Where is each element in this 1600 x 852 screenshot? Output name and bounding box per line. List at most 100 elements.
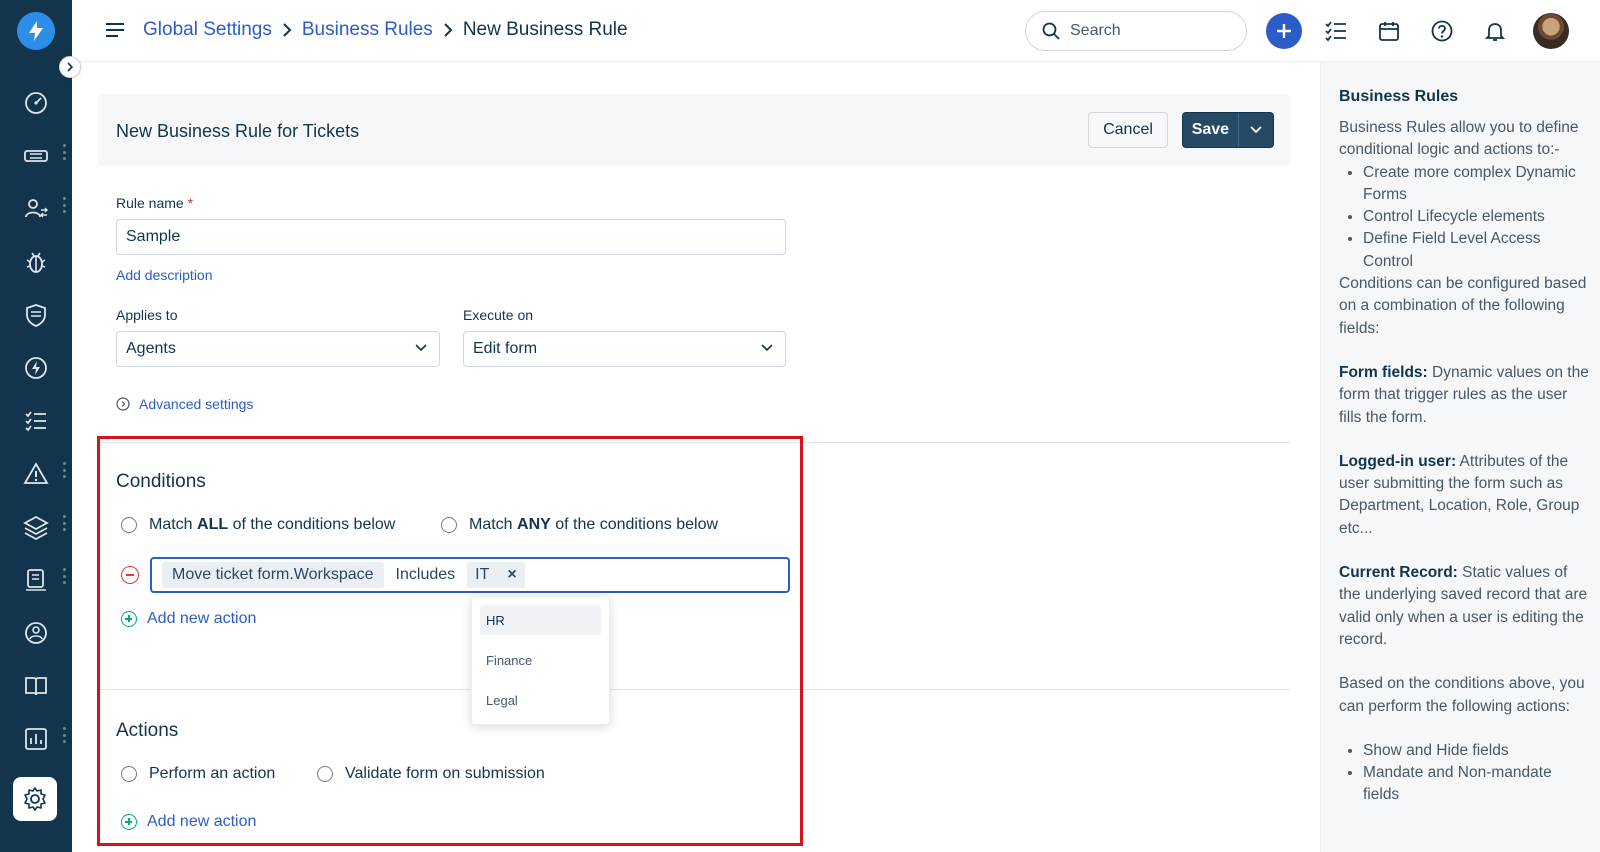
nav-alerts[interactable]	[16, 454, 56, 494]
advanced-settings-toggle[interactable]: Advanced settings	[116, 396, 253, 412]
gear-icon	[24, 787, 46, 811]
nav-contracts-more[interactable]	[62, 568, 66, 584]
chevron-down-icon	[415, 344, 427, 352]
warning-icon	[23, 462, 49, 484]
bug-icon	[26, 252, 46, 273]
nav-solutions[interactable]	[16, 666, 56, 706]
document-stack-icon	[26, 569, 46, 591]
chevron-circle-icon	[116, 397, 130, 411]
save-options-dropdown[interactable]	[1237, 113, 1273, 147]
save-button-label: Save	[1191, 121, 1230, 138]
help-intro: Business Rules allow you to define condi…	[1339, 119, 1579, 159]
help-intro-list: Create more complex Dynamic Forms Contro…	[1339, 162, 1591, 273]
help-logged-in: Logged-in user: Attributes of the user s…	[1339, 451, 1591, 540]
help-panel: Business Rules Business Rules allow you …	[1320, 62, 1600, 852]
nav-tickets-more[interactable]	[62, 144, 66, 160]
nav-tasks[interactable]	[16, 401, 56, 441]
breadcrumb-global-settings[interactable]: Global Settings	[143, 19, 272, 41]
breadcrumb-current: New Business Rule	[462, 19, 628, 40]
help-icon	[1431, 20, 1453, 42]
help-button[interactable]	[1425, 14, 1459, 48]
chevron-right-icon	[283, 23, 292, 37]
help-current-record-label: Current Record:	[1339, 564, 1458, 582]
help-intro-item: Control Lifecycle elements	[1363, 206, 1591, 228]
search-box[interactable]: Search	[1025, 11, 1247, 51]
book-icon	[25, 677, 47, 696]
rule-name-label-text: Rule name	[116, 195, 184, 211]
chevron-right-icon	[67, 62, 74, 72]
nav-analytics[interactable]	[16, 719, 56, 759]
layers-icon	[23, 515, 49, 540]
nav-assets-more[interactable]	[62, 515, 66, 531]
nav-problems[interactable]	[16, 242, 56, 282]
user-avatar[interactable]	[1533, 13, 1569, 49]
breadcrumb: Global Settings Business Rules New Busin…	[143, 19, 628, 41]
form-header: New Business Rule for Tickets Cancel Sav…	[98, 94, 1290, 166]
bell-icon	[1484, 23, 1506, 41]
left-nav-rail	[0, 0, 81, 852]
help-action-item: Show and Hide fields	[1363, 740, 1591, 762]
applies-to-select[interactable]: Agents	[116, 331, 440, 367]
nav-dashboard[interactable]	[16, 83, 56, 123]
rule-name-input[interactable]: Sample	[116, 219, 786, 255]
ticket-icon	[24, 150, 48, 162]
nav-analytics-more[interactable]	[62, 727, 66, 743]
top-header: Global Settings Business Rules New Busin…	[72, 0, 1600, 62]
advanced-settings-label: Advanced settings	[139, 396, 254, 412]
form-title: New Business Rule for Tickets	[116, 121, 360, 141]
help-based-on: Based on the conditions above, you can p…	[1339, 675, 1585, 715]
nav-org[interactable]	[16, 613, 56, 653]
help-form-fields-label: Form fields:	[1339, 363, 1428, 381]
user-switch-icon	[25, 199, 48, 218]
applies-to-label: Applies to	[116, 307, 178, 323]
calendar-button[interactable]	[1372, 14, 1406, 48]
nav-changes[interactable]	[16, 295, 56, 335]
required-mark: *	[187, 195, 194, 211]
help-logged-in-label: Logged-in user:	[1339, 452, 1457, 470]
lightning-logo-icon	[29, 21, 43, 41]
help-action-item: Mandate and Non-mandate fields	[1363, 762, 1591, 807]
chevron-down-icon	[1250, 126, 1262, 134]
org-circle-icon	[25, 622, 47, 644]
help-actions-list: Show and Hide fields Mandate and Non-man…	[1339, 740, 1591, 807]
help-panel-body: Business Rules allow you to define condi…	[1339, 117, 1591, 807]
nav-assets[interactable]	[16, 507, 56, 547]
nav-automations[interactable]	[16, 348, 56, 388]
notifications-button[interactable]	[1478, 14, 1512, 48]
search-icon	[1042, 22, 1060, 40]
nav-contacts[interactable]	[16, 189, 56, 229]
expand-rail-button[interactable]	[59, 56, 81, 78]
nav-contracts[interactable]	[16, 560, 56, 600]
checklist-icon	[25, 411, 46, 432]
nav-tickets[interactable]	[16, 136, 56, 176]
execute-on-label: Execute on	[463, 307, 534, 323]
help-form-fields: Form fields: Dynamic values on the form …	[1339, 362, 1591, 429]
chevron-down-icon	[761, 344, 773, 352]
calendar-icon	[1379, 22, 1399, 41]
freshservice-logo[interactable]	[17, 12, 55, 50]
breadcrumb-business-rules[interactable]: Business Rules	[302, 19, 433, 41]
help-conditions-text: Conditions can be configured based on a …	[1339, 275, 1587, 337]
rule-name-value: Sample	[126, 228, 181, 245]
hamburger-menu-icon[interactable]	[106, 22, 124, 38]
speedometer-icon	[25, 92, 47, 114]
search-placeholder: Search	[1070, 22, 1121, 39]
nav-alerts-more[interactable]	[62, 462, 66, 478]
bolt-circle-icon	[25, 357, 47, 379]
execute-on-value: Edit form	[473, 340, 538, 357]
add-description-link[interactable]: Add description	[116, 267, 213, 283]
execute-on-select[interactable]: Edit form	[463, 331, 786, 367]
help-current-record: Current Record: Static values of the und…	[1339, 562, 1591, 651]
chevron-right-icon	[444, 23, 453, 37]
todo-button[interactable]	[1319, 14, 1353, 48]
highlight-box	[97, 436, 803, 846]
help-intro-item: Create more complex Dynamic Forms	[1363, 162, 1591, 207]
nav-contacts-more[interactable]	[62, 197, 66, 213]
save-button[interactable]: Save	[1182, 112, 1274, 148]
cancel-button[interactable]: Cancel	[1088, 112, 1168, 148]
help-panel-title: Business Rules	[1339, 88, 1459, 105]
rule-name-label: Rule name *	[116, 195, 193, 211]
new-item-button[interactable]	[1266, 13, 1302, 49]
bar-chart-icon	[25, 728, 47, 750]
nav-admin-settings[interactable]	[13, 777, 57, 821]
